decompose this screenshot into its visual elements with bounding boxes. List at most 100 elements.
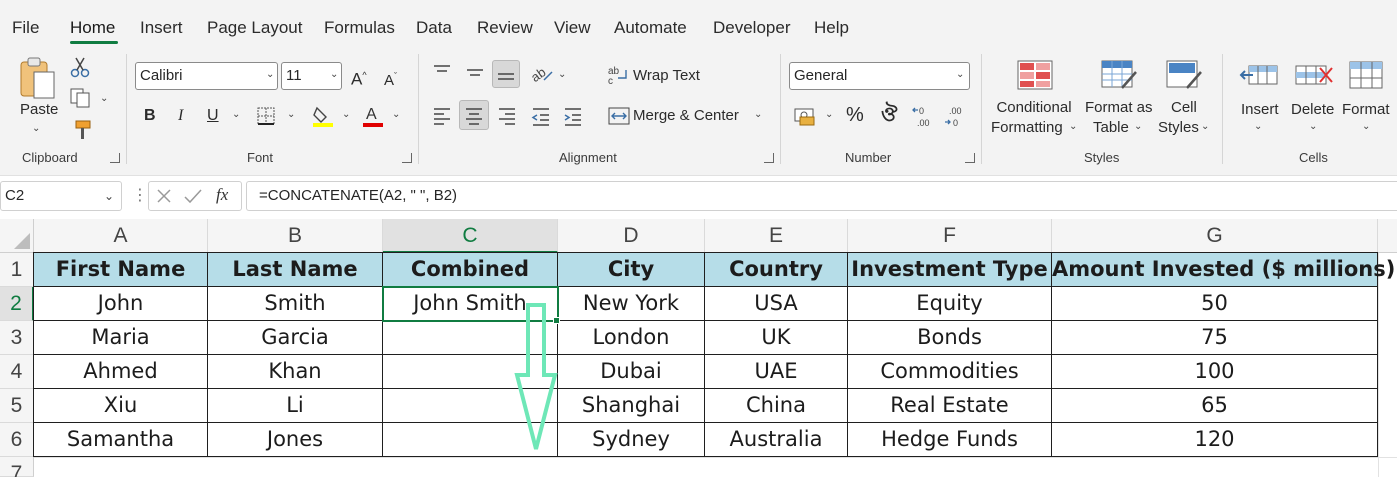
tab-automate[interactable]: Automate	[614, 18, 687, 38]
chevron-down-icon[interactable]: ⌄	[232, 109, 240, 120]
cell-e6[interactable]: Australia	[705, 423, 848, 457]
header-cell-g[interactable]: Amount Invested ($ millions)	[1052, 253, 1395, 287]
tab-developer[interactable]: Developer	[713, 18, 791, 38]
cell-styles-label[interactable]: Styles	[1158, 118, 1199, 138]
comma-style-button[interactable]: ঔ	[881, 105, 897, 125]
header-cell-d[interactable]: City	[558, 253, 705, 287]
chevron-down-icon[interactable]: ⌄	[100, 93, 108, 104]
chevron-down-icon[interactable]: ⌄	[1201, 121, 1209, 132]
cell-e4[interactable]: UAE	[705, 355, 848, 389]
cell-a4[interactable]: Ahmed	[34, 355, 208, 389]
format-as-table-label[interactable]: Table	[1093, 118, 1129, 138]
cell-styles-icon[interactable]	[1165, 58, 1203, 92]
cell-b5[interactable]: Li	[208, 389, 383, 423]
tab-file[interactable]: File	[12, 18, 39, 38]
wrap-text-button[interactable]: Wrap Text	[633, 66, 700, 86]
decrease-decimal-icon[interactable]: .00 0	[944, 104, 968, 128]
cell-e3[interactable]: UK	[705, 321, 848, 355]
chevron-down-icon[interactable]: ⌄	[330, 69, 338, 80]
more-options-icon[interactable]: ⋮	[132, 185, 148, 205]
paste-button[interactable]: Paste	[20, 100, 58, 120]
cell-styles-button[interactable]: Cell	[1171, 98, 1197, 118]
cell-f4[interactable]: Commodities	[848, 355, 1052, 389]
increase-indent-icon[interactable]	[563, 106, 583, 126]
delete-button[interactable]: Delete	[1291, 100, 1334, 120]
wrap-text-icon[interactable]: ab c	[608, 64, 630, 86]
cell-b2[interactable]: Smith	[208, 287, 383, 321]
chevron-down-icon[interactable]: ⌄	[1069, 121, 1077, 132]
cell-f3[interactable]: Bonds	[848, 321, 1052, 355]
percent-style-button[interactable]: %	[846, 105, 864, 125]
conditional-formatting-button[interactable]: Conditional	[996, 98, 1072, 118]
conditional-formatting-label[interactable]: Formatting	[991, 118, 1063, 138]
cell-d5[interactable]: Shanghai	[558, 389, 705, 423]
cell-a6[interactable]: Samantha	[34, 423, 208, 457]
formula-input[interactable]: =CONCATENATE(A2, " ", B2)	[246, 181, 1397, 211]
insert-button[interactable]: Insert	[1241, 100, 1279, 120]
cell-f6[interactable]: Hedge Funds	[848, 423, 1052, 457]
header-cell-e[interactable]: Country	[705, 253, 848, 287]
cell-f5[interactable]: Real Estate	[848, 389, 1052, 423]
cell-a3[interactable]: Maria	[34, 321, 208, 355]
header-cell-b[interactable]: Last Name	[208, 253, 383, 287]
chevron-down-icon[interactable]: ⌄	[266, 69, 274, 80]
cell-g5[interactable]: 65	[1052, 389, 1378, 423]
cell-a2[interactable]: John	[34, 287, 208, 321]
tab-view[interactable]: View	[554, 18, 591, 38]
insert-cells-icon[interactable]	[1239, 58, 1279, 92]
cut-icon[interactable]	[70, 56, 90, 78]
cancel-icon[interactable]	[156, 188, 172, 204]
fill-color-icon[interactable]	[312, 104, 334, 128]
number-format-select[interactable]: General	[789, 62, 970, 90]
enter-icon[interactable]	[184, 188, 202, 204]
format-as-table-icon[interactable]	[1100, 58, 1138, 92]
chevron-down-icon[interactable]: ⌄	[287, 109, 295, 120]
merge-center-button[interactable]: Merge & Center	[633, 106, 739, 126]
font-name-select[interactable]: Calibri	[135, 62, 278, 90]
format-as-table-button[interactable]: Format as	[1085, 98, 1153, 118]
decrease-indent-icon[interactable]	[531, 106, 551, 126]
chevron-down-icon[interactable]: ⌄	[392, 109, 400, 120]
chevron-down-icon[interactable]: ⌄	[32, 123, 40, 134]
chevron-down-icon[interactable]: ⌄	[1309, 121, 1317, 132]
header-cell-f[interactable]: Investment Type	[848, 253, 1052, 287]
orientation-icon[interactable]: ab	[530, 64, 554, 84]
italic-button[interactable]: I	[178, 106, 183, 126]
dialog-launcher-icon[interactable]	[110, 153, 120, 163]
paste-icon[interactable]	[18, 56, 58, 102]
align-right-icon[interactable]	[497, 106, 517, 126]
tab-page-layout[interactable]: Page Layout	[207, 18, 302, 38]
merge-center-icon[interactable]	[608, 106, 630, 126]
dialog-launcher-icon[interactable]	[764, 153, 774, 163]
tab-review[interactable]: Review	[477, 18, 533, 38]
tab-formulas[interactable]: Formulas	[324, 18, 395, 38]
insert-function-button[interactable]: fx	[216, 185, 228, 205]
cell-g2[interactable]: 50	[1052, 287, 1378, 321]
top-align-icon[interactable]	[432, 64, 452, 80]
delete-cells-icon[interactable]	[1294, 58, 1334, 92]
chevron-down-icon[interactable]: ⌄	[1134, 121, 1142, 132]
tab-data[interactable]: Data	[416, 18, 452, 38]
cell-f2[interactable]: Equity	[848, 287, 1052, 321]
cell-a5[interactable]: Xiu	[34, 389, 208, 423]
format-button[interactable]: Format	[1342, 100, 1390, 120]
increase-font-size-icon[interactable]: A^	[351, 65, 367, 90]
tab-help[interactable]: Help	[814, 18, 849, 38]
font-color-icon[interactable]: A	[362, 104, 384, 128]
header-cell-c[interactable]: Combined	[383, 253, 558, 287]
accounting-format-icon[interactable]	[794, 106, 820, 126]
cell-g3[interactable]: 75	[1052, 321, 1378, 355]
chevron-down-icon[interactable]: ⌄	[1254, 121, 1262, 132]
cell-b3[interactable]: Garcia	[208, 321, 383, 355]
cell-d6[interactable]: Sydney	[558, 423, 705, 457]
underline-button[interactable]: U	[207, 106, 219, 126]
cell-d3[interactable]: London	[558, 321, 705, 355]
chevron-down-icon[interactable]: ⌄	[1362, 121, 1370, 132]
chevron-down-icon[interactable]: ⌄	[825, 109, 833, 120]
chevron-down-icon[interactable]: ⌄	[956, 69, 964, 80]
align-left-icon[interactable]	[432, 106, 452, 126]
conditional-formatting-icon[interactable]	[1016, 58, 1054, 92]
middle-align-icon[interactable]	[465, 64, 485, 80]
cell-b4[interactable]: Khan	[208, 355, 383, 389]
chevron-down-icon[interactable]: ⌄	[342, 109, 350, 120]
